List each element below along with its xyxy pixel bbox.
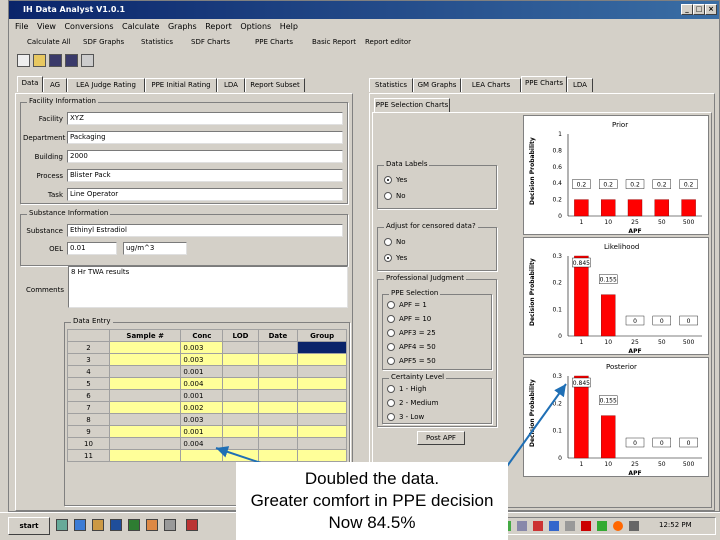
desktop: IH Data Analyst V1.0.1 _ □ × File View C… bbox=[0, 0, 720, 540]
callout-text-box: Doubled the data. Greater comfort in PPE… bbox=[236, 462, 508, 540]
arrow-to-posterior bbox=[499, 383, 567, 477]
callout-line-1: Doubled the data. bbox=[304, 469, 440, 488]
annotation-arrows bbox=[215, 383, 567, 477]
callout-line-2: Greater comfort in PPE decision bbox=[250, 491, 494, 510]
callout-line-3: Now 84.5% bbox=[328, 513, 416, 532]
